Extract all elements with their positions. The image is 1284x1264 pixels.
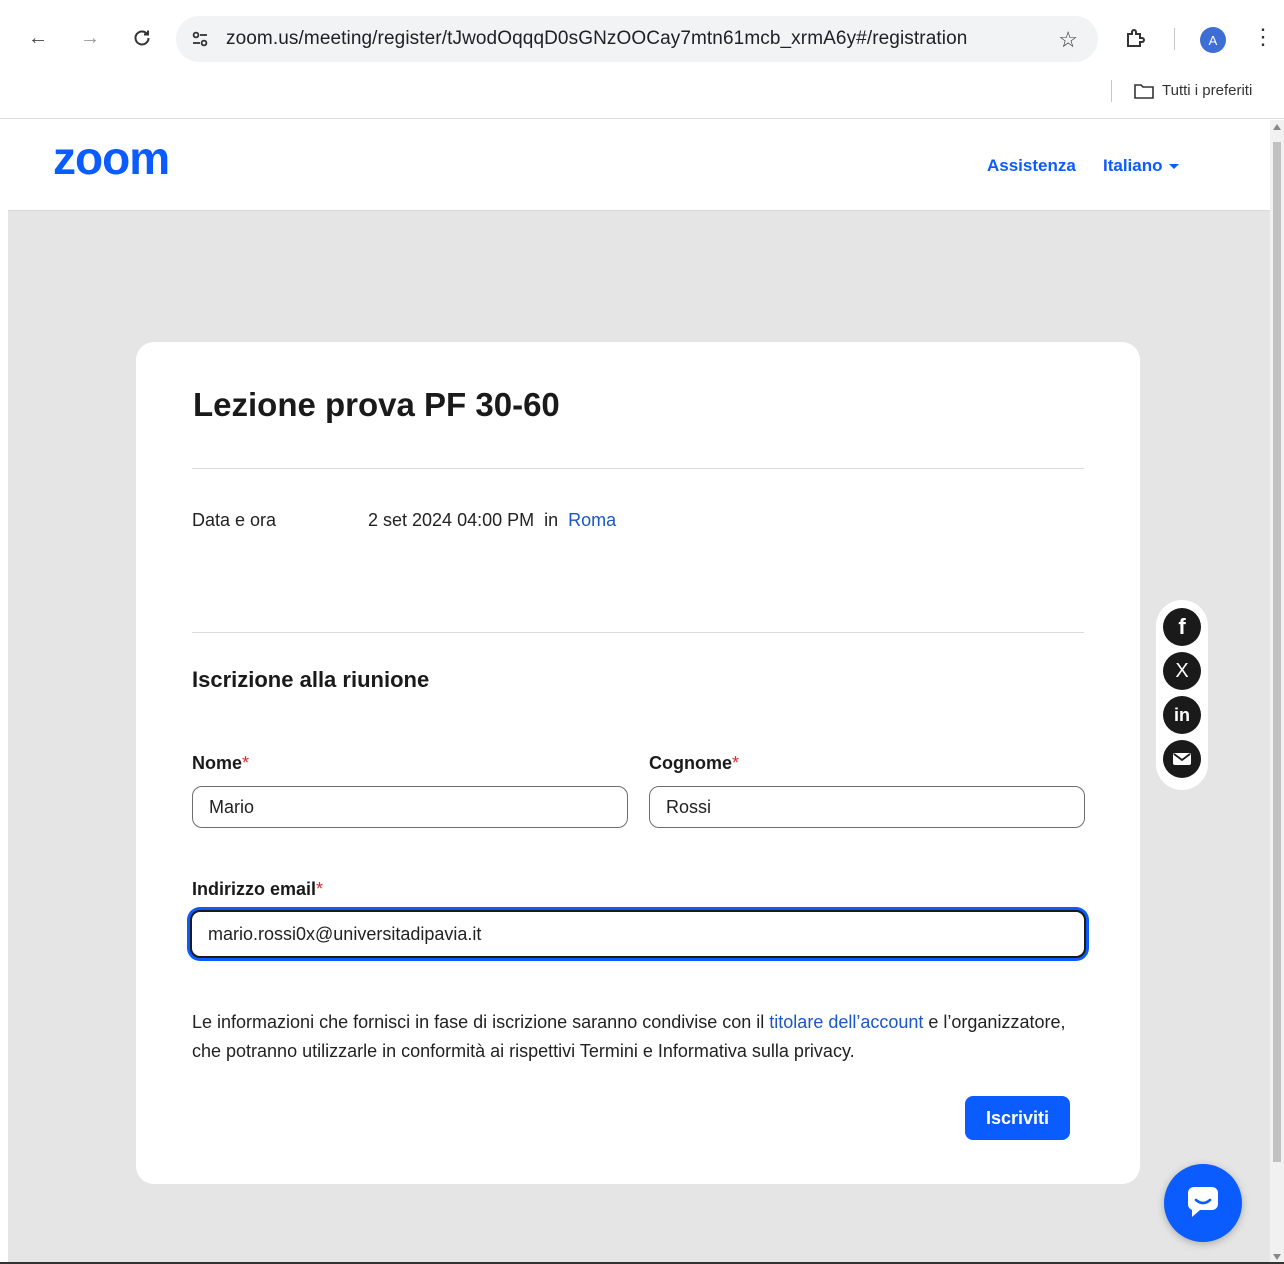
back-arrow-icon[interactable]: ← bbox=[24, 24, 52, 52]
facebook-glyph: f bbox=[1178, 614, 1186, 639]
divider bbox=[192, 468, 1084, 469]
bookmarks-bar: Tutti i preferiti bbox=[0, 80, 1284, 119]
first-name-label-text: Nome bbox=[192, 753, 243, 773]
account-owner-link[interactable]: titolare dell’account bbox=[769, 1012, 923, 1032]
required-mark: * bbox=[242, 753, 250, 773]
toolbar-divider bbox=[1174, 28, 1175, 50]
scrollbar-thumb[interactable] bbox=[1273, 142, 1281, 1162]
linkedin-glyph: in bbox=[1174, 704, 1190, 725]
chat-widget-button[interactable] bbox=[1164, 1164, 1242, 1242]
caret-down-icon bbox=[1168, 164, 1179, 170]
first-name-field[interactable] bbox=[192, 786, 628, 828]
email-share-icon[interactable] bbox=[1163, 740, 1201, 778]
page-viewport: zoom Assistenza Italiano Lezione prova P… bbox=[8, 120, 1270, 1262]
datetime-label: Data e ora bbox=[192, 510, 277, 530]
reload-icon[interactable] bbox=[128, 24, 156, 52]
share-sidebar: f X in bbox=[1156, 600, 1208, 790]
vertical-scrollbar[interactable] bbox=[1270, 120, 1284, 1264]
zoom-logo[interactable]: zoom bbox=[53, 132, 213, 187]
bookmark-star-icon[interactable]: ☆ bbox=[1058, 27, 1078, 53]
extensions-puzzle-icon[interactable] bbox=[1124, 26, 1148, 55]
x-glyph: X bbox=[1175, 659, 1189, 682]
first-name-label: Nome* bbox=[192, 753, 249, 774]
last-name-label-text: Cognome bbox=[649, 753, 732, 773]
url-text[interactable]: zoom.us/meeting/register/tJwodOqqqD0sGNz… bbox=[226, 28, 967, 50]
site-settings-icon[interactable] bbox=[188, 27, 212, 51]
scroll-down-arrow-icon[interactable] bbox=[1273, 1254, 1281, 1260]
svg-text:zoom: zoom bbox=[53, 138, 169, 182]
meeting-title: Lezione prova PF 30-60 bbox=[193, 386, 560, 423]
timezone-city-link[interactable]: Roma bbox=[568, 510, 616, 530]
language-selector[interactable]: Italiano bbox=[1103, 156, 1179, 176]
required-mark: * bbox=[316, 879, 324, 899]
bookmarks-divider bbox=[1111, 80, 1112, 102]
linkedin-icon[interactable]: in bbox=[1163, 696, 1201, 734]
email-label: Indirizzo email* bbox=[192, 879, 323, 900]
profile-avatar[interactable]: A bbox=[1200, 27, 1226, 53]
forward-arrow-icon[interactable]: → bbox=[76, 24, 104, 52]
datetime-text: 2 set 2024 04:00 PM in bbox=[368, 510, 569, 530]
notice-text: Le informazioni che fornisci in fase di … bbox=[192, 1012, 770, 1032]
support-link[interactable]: Assistenza bbox=[987, 156, 1076, 176]
datetime-value: 2 set 2024 04:00 PM in Roma bbox=[368, 510, 616, 531]
site-header: zoom Assistenza Italiano bbox=[8, 120, 1270, 211]
required-mark: * bbox=[732, 753, 740, 773]
browser-toolbar: ← → zoom.us/meeting/register/tJwodOqqqD0… bbox=[0, 0, 1284, 80]
language-label: Italiano bbox=[1103, 156, 1163, 175]
scroll-up-arrow-icon[interactable] bbox=[1273, 124, 1281, 130]
all-bookmarks-button[interactable]: Tutti i preferiti bbox=[1134, 82, 1252, 99]
menu-kebab-icon[interactable]: ⋮ bbox=[1252, 24, 1274, 50]
privacy-notice: Le informazioni che fornisci in fase di … bbox=[192, 1008, 1092, 1066]
all-bookmarks-label: Tutti i preferiti bbox=[1162, 82, 1253, 99]
registration-section-title: Iscrizione alla riunione bbox=[192, 667, 430, 692]
email-label-text: Indirizzo email bbox=[192, 879, 317, 899]
address-bar[interactable]: zoom.us/meeting/register/tJwodOqqqD0sGNz… bbox=[176, 16, 1098, 62]
divider bbox=[192, 632, 1084, 633]
folder-icon bbox=[1134, 83, 1154, 99]
email-field[interactable] bbox=[190, 910, 1086, 958]
last-name-field[interactable] bbox=[649, 786, 1085, 828]
register-button[interactable]: Iscriviti bbox=[965, 1096, 1070, 1140]
registration-card: Lezione prova PF 30-60 Data e ora 2 set … bbox=[136, 342, 1140, 1184]
x-twitter-icon[interactable]: X bbox=[1163, 652, 1201, 690]
facebook-icon[interactable]: f bbox=[1163, 608, 1201, 646]
chat-bubble-icon bbox=[1187, 1186, 1218, 1217]
last-name-label: Cognome* bbox=[649, 753, 739, 774]
